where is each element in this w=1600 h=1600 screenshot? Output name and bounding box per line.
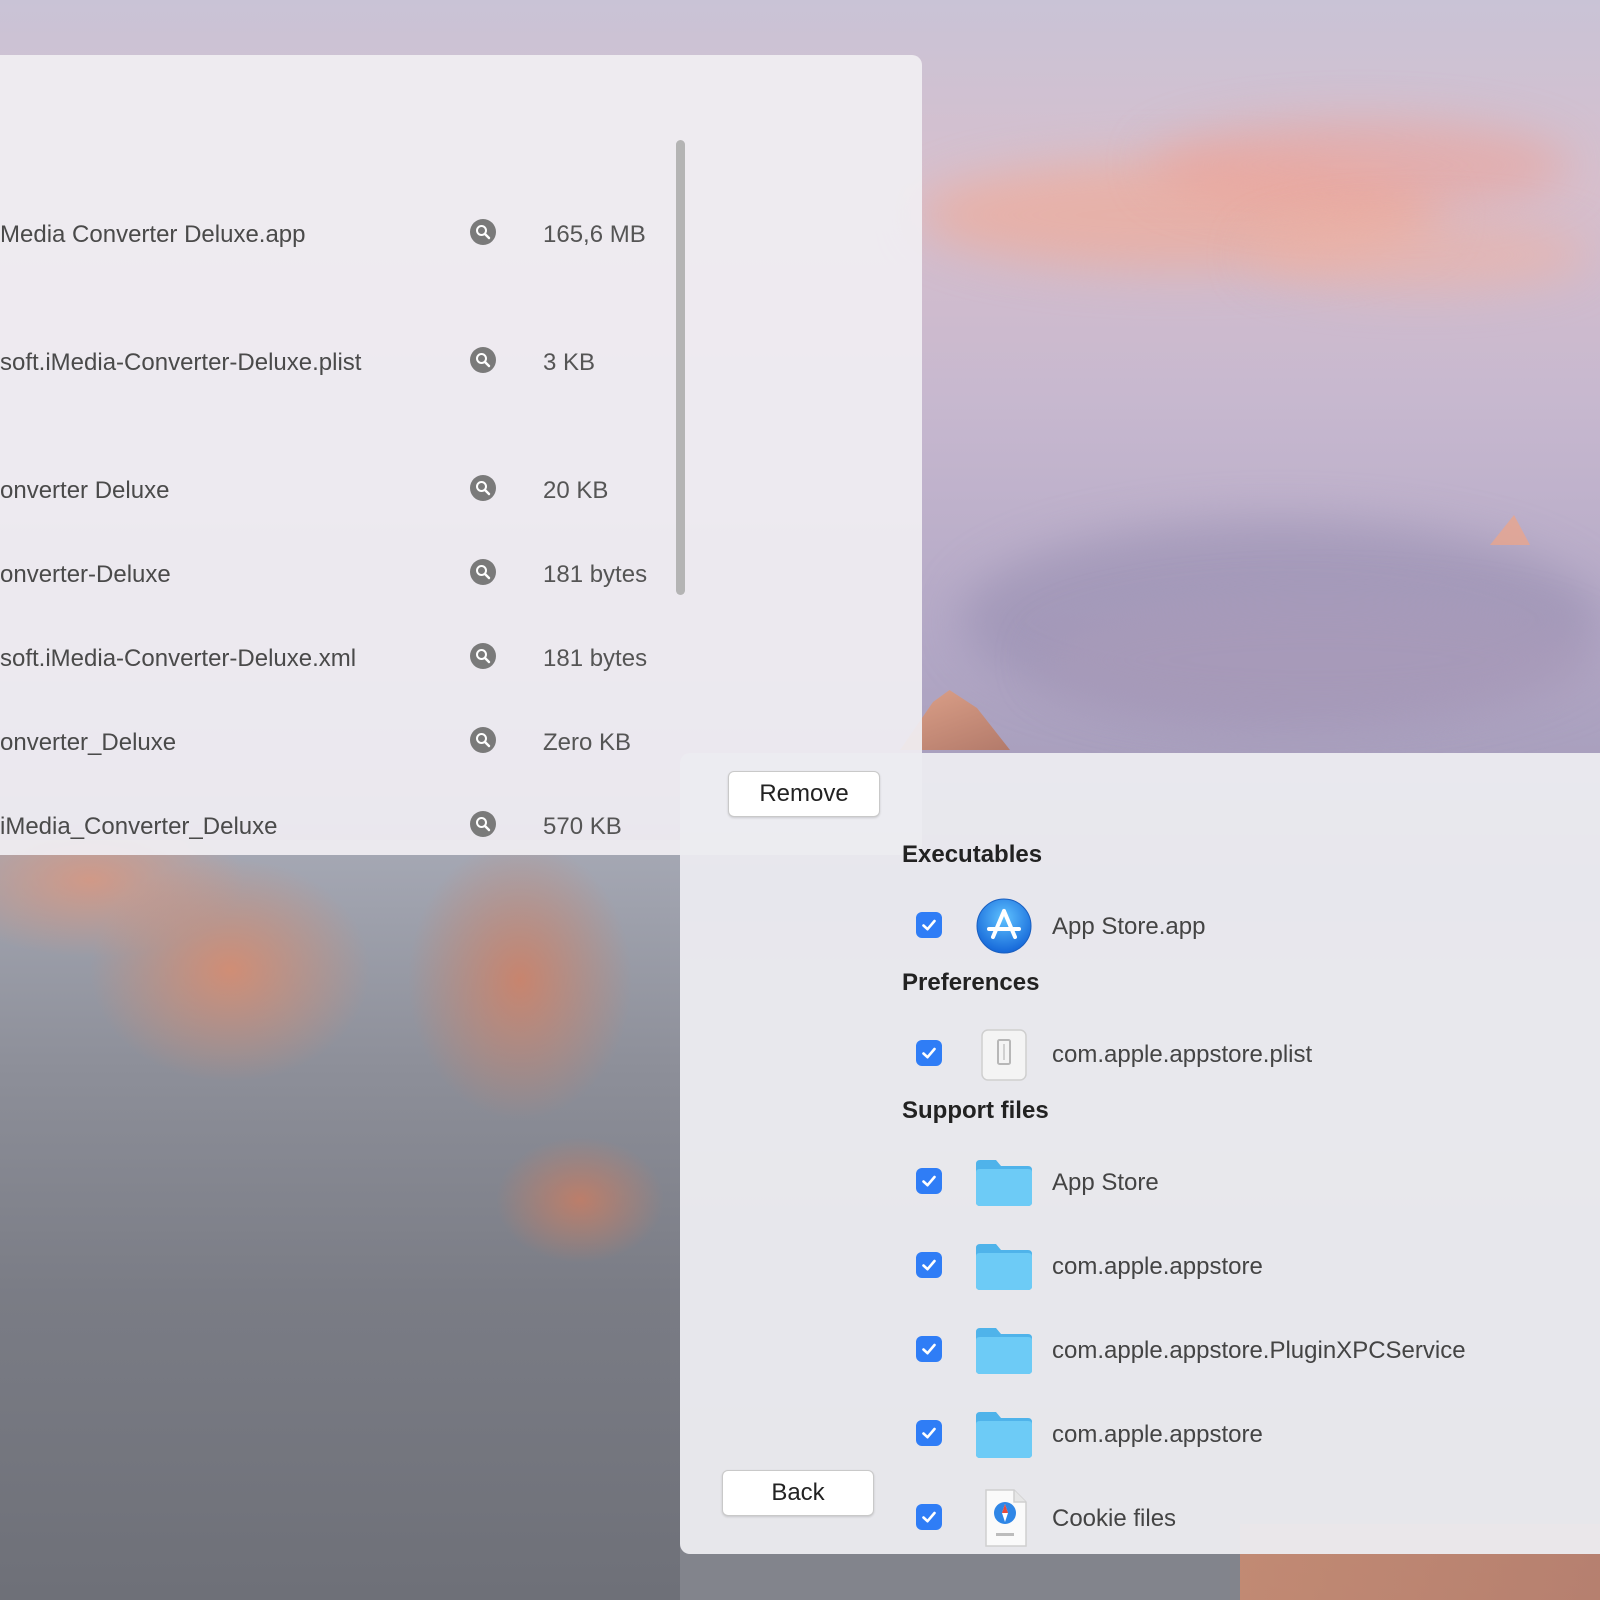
back-button[interactable]: Back bbox=[722, 1470, 874, 1516]
file-size: 181 bytes bbox=[543, 561, 648, 588]
item-label: com.apple.appstore.PluginXPCService bbox=[1052, 1337, 1466, 1364]
item-label: App Store bbox=[1052, 1169, 1159, 1196]
file-name: soft.iMedia-Converter-Deluxe.xml bbox=[0, 645, 357, 672]
remove-button[interactable]: Remove bbox=[728, 771, 880, 817]
list-item[interactable]: App Store bbox=[916, 1150, 1600, 1214]
file-size: 570 KB bbox=[543, 813, 622, 840]
folder-icon bbox=[972, 1234, 1036, 1298]
item-checkbox[interactable] bbox=[916, 1252, 942, 1278]
app-store-icon bbox=[972, 894, 1036, 958]
wallpaper-peak bbox=[1490, 515, 1530, 545]
file-row[interactable]: onverter_Deluxe Zero KB bbox=[0, 721, 680, 761]
item-checkbox[interactable] bbox=[916, 1168, 942, 1194]
wallpaper-cloud bbox=[1150, 120, 1570, 210]
magnifier-icon[interactable] bbox=[470, 475, 496, 501]
file-name: soft.iMedia-Converter-Deluxe.plist bbox=[0, 349, 362, 376]
list-item[interactable]: com.apple.appstore bbox=[916, 1234, 1600, 1298]
file-name: iMedia_Converter_Deluxe bbox=[0, 813, 278, 840]
file-row[interactable]: onverter-Deluxe 181 bytes bbox=[0, 553, 680, 593]
file-name: onverter_Deluxe bbox=[0, 729, 177, 756]
magnifier-icon[interactable] bbox=[470, 559, 496, 585]
item-label: com.apple.appstore bbox=[1052, 1421, 1263, 1448]
item-checkbox[interactable] bbox=[916, 1420, 942, 1446]
wallpaper-cloud bbox=[1040, 600, 1600, 720]
magnifier-icon[interactable] bbox=[470, 643, 496, 669]
item-checkbox[interactable] bbox=[916, 912, 942, 938]
file-row[interactable]: iMedia_Converter_Deluxe 570 KB bbox=[0, 805, 680, 845]
item-label: App Store.app bbox=[1052, 913, 1206, 940]
magnifier-icon[interactable] bbox=[470, 347, 496, 373]
file-list-panel: Media Converter Deluxe.app 165,6 MB soft… bbox=[0, 55, 922, 855]
list-item[interactable]: Cookie files bbox=[916, 1486, 1600, 1550]
folder-icon bbox=[972, 1150, 1036, 1214]
magnifier-icon[interactable] bbox=[470, 727, 496, 753]
item-checkbox[interactable] bbox=[916, 1336, 942, 1362]
section-title-preferences: Preferences bbox=[902, 969, 1040, 996]
item-label: com.apple.appstore bbox=[1052, 1253, 1263, 1280]
list-item[interactable]: com.apple.appstore.plist bbox=[916, 1022, 1600, 1086]
file-row[interactable]: Media Converter Deluxe.app 165,6 MB bbox=[0, 213, 680, 253]
list-item[interactable]: com.apple.appstore bbox=[916, 1402, 1600, 1466]
folder-icon bbox=[972, 1318, 1036, 1382]
file-size: 181 bytes bbox=[543, 645, 648, 672]
list-item[interactable]: com.apple.appstore.PluginXPCService bbox=[916, 1318, 1600, 1382]
wallpaper-cloud bbox=[1250, 220, 1590, 290]
plist-file-icon bbox=[972, 1022, 1036, 1086]
item-checkbox[interactable] bbox=[916, 1504, 942, 1530]
section-title-support-files: Support files bbox=[902, 1097, 1049, 1124]
section-title-executables: Executables bbox=[902, 841, 1043, 868]
item-checkbox[interactable] bbox=[916, 1040, 942, 1066]
folder-icon bbox=[972, 1402, 1036, 1466]
scrollbar-thumb[interactable] bbox=[676, 140, 685, 595]
desktop-wallpaper: Media Converter Deluxe.app 165,6 MB soft… bbox=[0, 0, 1600, 1600]
cookie-file-icon bbox=[972, 1486, 1036, 1550]
magnifier-icon[interactable] bbox=[470, 219, 496, 245]
file-name: onverter-Deluxe bbox=[0, 561, 171, 588]
magnifier-icon[interactable] bbox=[470, 811, 496, 837]
item-label: Cookie files bbox=[1052, 1505, 1177, 1532]
list-item[interactable]: App Store.app bbox=[916, 894, 1600, 958]
app-files-panel: Executables App Store.app Preferences co… bbox=[680, 753, 1600, 1554]
file-size: 3 KB bbox=[543, 349, 596, 376]
file-size: Zero KB bbox=[543, 729, 632, 756]
file-name: onverter Deluxe bbox=[0, 477, 170, 504]
file-row[interactable]: onverter Deluxe 20 KB bbox=[0, 469, 680, 509]
file-row[interactable]: soft.iMedia-Converter-Deluxe.plist 3 KB bbox=[0, 341, 680, 381]
file-name: Media Converter Deluxe.app bbox=[0, 221, 306, 248]
file-size: 165,6 MB bbox=[543, 221, 646, 248]
item-label: com.apple.appstore.plist bbox=[1052, 1041, 1313, 1068]
wallpaper-mountain bbox=[0, 840, 680, 1600]
file-size: 20 KB bbox=[543, 477, 609, 504]
file-row[interactable]: soft.iMedia-Converter-Deluxe.xml 181 byt… bbox=[0, 637, 680, 677]
